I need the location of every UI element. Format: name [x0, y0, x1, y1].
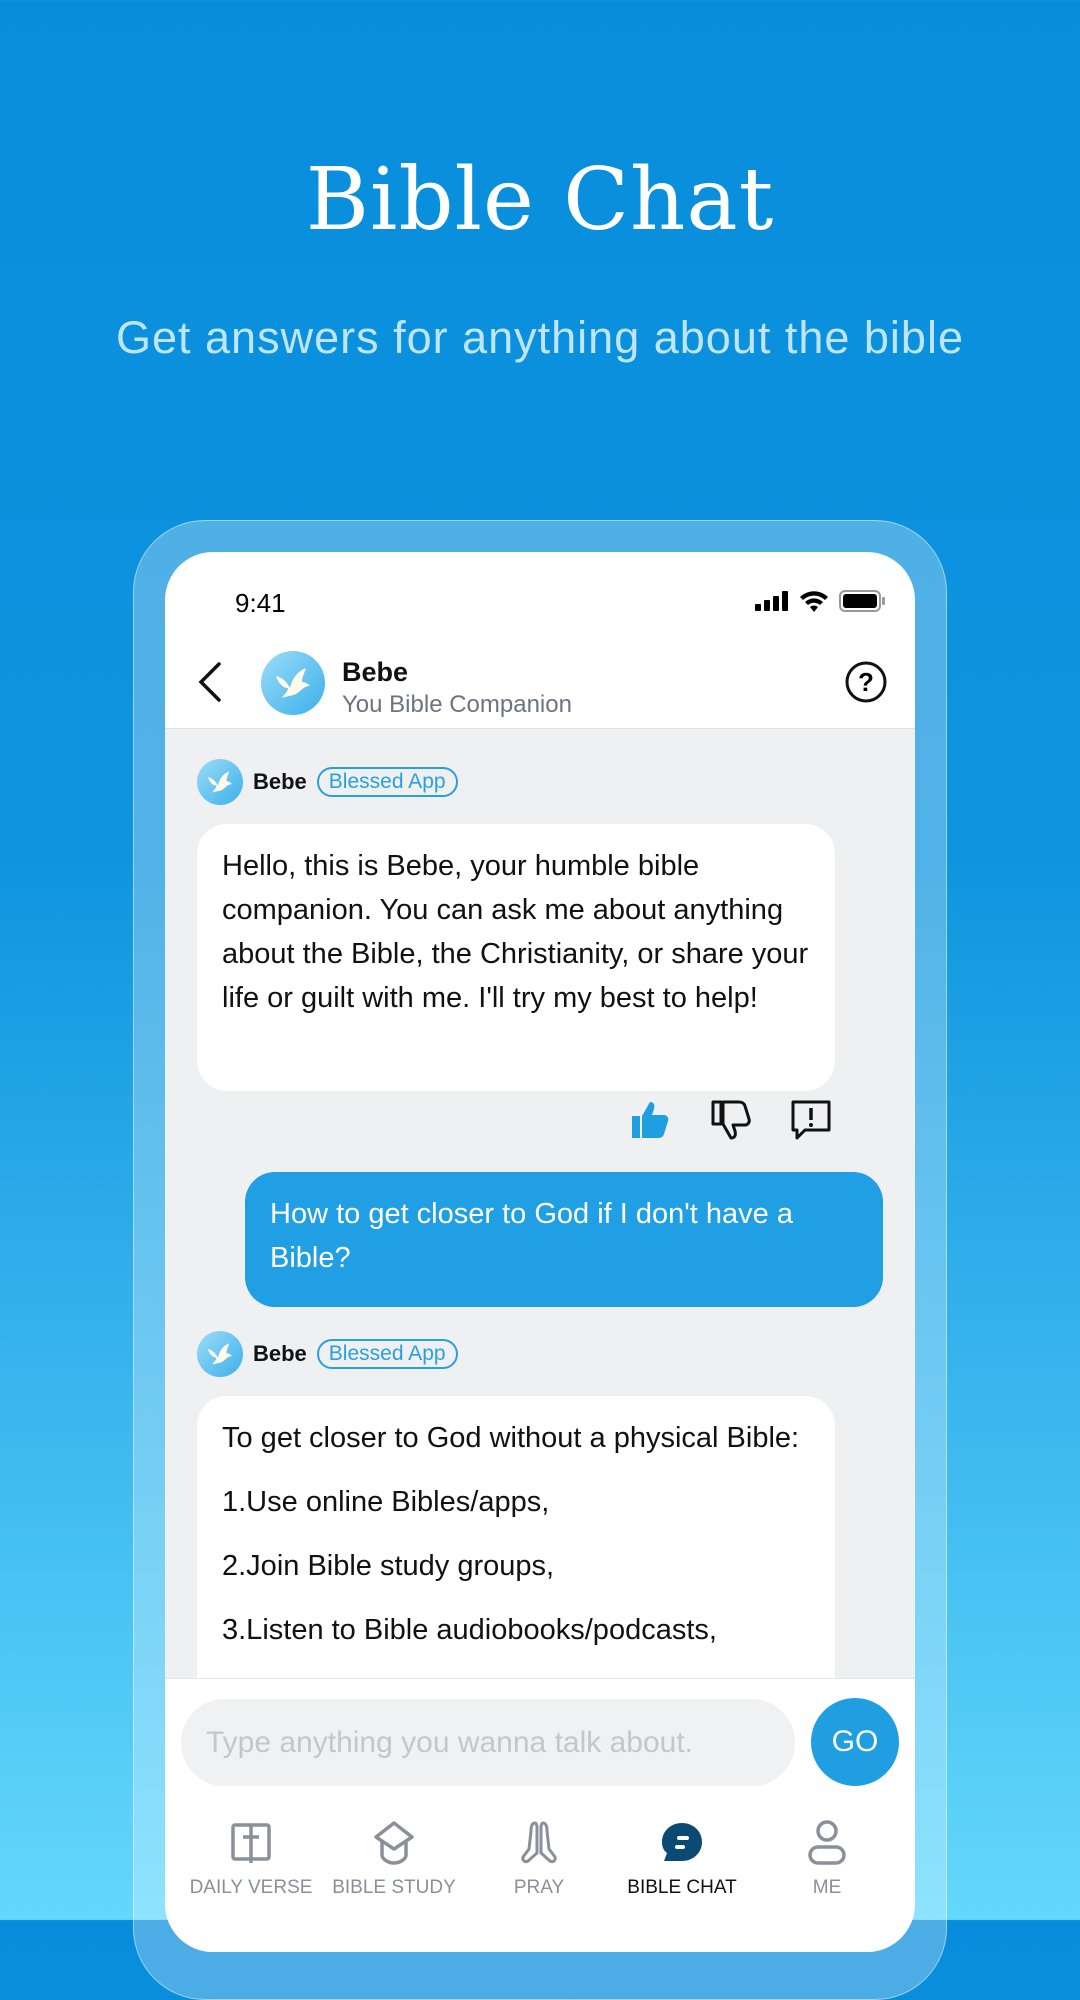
- chat-area[interactable]: Bebe Blessed App Hello, this is Bebe, yo…: [165, 729, 915, 1678]
- tab-bible-chat[interactable]: BIBLE CHAT: [617, 1819, 747, 1899]
- book-icon: [231, 1823, 271, 1863]
- message-text: How to get closer to God if I don't have…: [270, 1198, 793, 1274]
- help-icon[interactable]: ?: [845, 661, 887, 703]
- hero-title: Bible Chat: [305, 150, 775, 250]
- tab-label: PRAY: [513, 1877, 565, 1898]
- message-text: 2.Join Bible study groups,: [222, 1550, 555, 1582]
- blessed-app-badge: Blessed App: [316, 767, 458, 797]
- bot-message: Hello, this is Bebe, your humble bible c…: [197, 824, 835, 1091]
- user-message: How to get closer to God if I don't have…: [245, 1172, 883, 1307]
- header-name: Bebe: [342, 657, 409, 687]
- wifi-icon: [800, 591, 828, 612]
- bebe-avatar: [261, 651, 325, 715]
- tab-me[interactable]: ME: [762, 1819, 892, 1899]
- bot-label: Bebe Blessed App: [197, 1331, 458, 1377]
- message-text: 1.Use online Bibles/apps,: [222, 1486, 550, 1518]
- tab-bible-study[interactable]: BIBLE STUDY: [329, 1819, 459, 1899]
- tab-label: BIBLE STUDY: [332, 1877, 456, 1898]
- bebe-avatar-small: [197, 1331, 243, 1377]
- report-icon[interactable]: [789, 1098, 833, 1142]
- tab-label: BIBLE CHAT: [627, 1877, 737, 1898]
- dove-icon: [207, 771, 233, 793]
- thumbs-down-icon[interactable]: [709, 1098, 753, 1142]
- back-arrow-icon[interactable]: [195, 660, 225, 704]
- thumbs-up-icon[interactable]: [628, 1098, 672, 1142]
- hero-subtitle: Get answers for anything about the bible: [115, 312, 964, 363]
- chat-bubble-icon: [662, 1823, 702, 1861]
- tab-label: ME: [812, 1877, 842, 1898]
- graduation-cap-icon: [374, 1821, 414, 1865]
- battery-icon: [839, 590, 885, 612]
- phone-screen: 9:41 Bebe You Bible Companion ? Bebe Ble…: [165, 552, 915, 1952]
- message-text: Hello, this is Bebe, your humble bible c…: [222, 850, 809, 1014]
- status-time: 9:41: [235, 588, 286, 618]
- tab-daily-verse[interactable]: DAILY VERSE: [186, 1819, 316, 1899]
- header-subtitle: You Bible Companion: [342, 691, 572, 718]
- tab-label: DAILY VERSE: [189, 1877, 313, 1898]
- person-icon: [808, 1820, 846, 1865]
- dove-icon: [276, 668, 310, 698]
- chat-header: Bebe You Bible Companion ?: [165, 632, 915, 729]
- composer: GO DAILY VERSE BIBLE STUDY PRAY BIBLE CH…: [165, 1678, 915, 1952]
- bot-message: To get closer to God without a physical …: [197, 1396, 835, 1678]
- bot-label: Bebe Blessed App: [197, 759, 458, 805]
- blessed-app-badge: Blessed App: [316, 1339, 458, 1369]
- svg-text:?: ?: [858, 667, 874, 697]
- signal-icon: [755, 591, 788, 611]
- message-text: 3.Listen to Bible audiobooks/podcasts,: [222, 1614, 717, 1646]
- dove-icon: [207, 1343, 233, 1365]
- message-text: To get closer to God without a physical …: [222, 1422, 800, 1454]
- bebe-avatar-small: [197, 759, 243, 805]
- sender-name: Bebe: [253, 1341, 307, 1366]
- sender-name: Bebe: [253, 769, 307, 794]
- go-button[interactable]: GO: [811, 1698, 899, 1786]
- tab-pray[interactable]: PRAY: [474, 1819, 604, 1899]
- status-icons: [755, 590, 885, 612]
- praying-hands-icon: [521, 1821, 557, 1864]
- message-input[interactable]: [181, 1699, 795, 1786]
